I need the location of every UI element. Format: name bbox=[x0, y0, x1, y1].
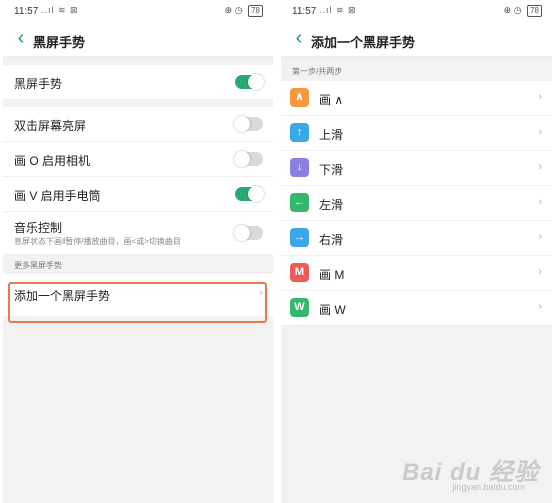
arrow-up-icon: ↑ bbox=[290, 123, 309, 142]
status-bar: 11:57 ..ıl ≋ ⊠ ⊕ ◷ 78 bbox=[281, 0, 552, 22]
gesture-settings-group: 双击屏幕亮屏 画 O 启用相机 画 V 启用手电筒 音乐控制 息屏状态下画‖暂停… bbox=[3, 107, 273, 254]
master-toggle-label: 黑屏手势 bbox=[14, 77, 63, 91]
status-time: 11:57 bbox=[292, 6, 317, 17]
gesture-option-row[interactable]: W 画 W › bbox=[281, 291, 552, 326]
chevron-right-icon: › bbox=[538, 126, 542, 138]
setting-label: 画 O 启用相机 bbox=[14, 154, 91, 168]
page-title: 添加一个黑屏手势 bbox=[311, 35, 416, 50]
gesture-option-row[interactable]: ← 左滑 › bbox=[281, 186, 552, 221]
setting-label: 音乐控制 bbox=[14, 221, 63, 235]
step-label: 第一步/共两步 bbox=[292, 67, 343, 76]
draw-o-camera-switch[interactable] bbox=[234, 151, 263, 167]
arrow-right-icon: → bbox=[290, 228, 309, 247]
section-header: 更多黑屏手势 bbox=[3, 254, 273, 274]
gesture-option-label: 右滑 bbox=[319, 233, 344, 247]
gesture-option-row[interactable]: ↓ 下滑 › bbox=[281, 151, 552, 186]
music-control-row[interactable]: 音乐控制 息屏状态下画‖暂停/播放曲目，画<或>切换曲目 bbox=[3, 212, 273, 254]
status-time: 11:57 bbox=[14, 6, 39, 17]
status-icons: ⊕ ◷ 78 bbox=[504, 5, 542, 17]
gesture-option-label: 上滑 bbox=[319, 128, 344, 142]
gesture-option-row[interactable]: ∧ 画 ∧ › bbox=[281, 81, 552, 116]
watermark-url: jingyan.baidu.com bbox=[452, 482, 525, 492]
master-toggle-row[interactable]: 黑屏手势 bbox=[3, 65, 273, 99]
master-toggle-switch[interactable] bbox=[235, 74, 264, 90]
draw-o-camera-row[interactable]: 画 O 启用相机 bbox=[3, 142, 273, 177]
gesture-list: ∧ 画 ∧ › ↑ 上滑 › ↓ 下滑 › ← 左滑 › → 右滑 › M 画 M › W 画 W › bbox=[281, 81, 552, 326]
more-gestures-group: 添加一个黑屏手势 › bbox=[3, 274, 273, 316]
gesture-option-label: 画 M bbox=[319, 268, 345, 282]
letter-m-icon: M bbox=[290, 263, 309, 282]
gesture-option-label: 左滑 bbox=[319, 198, 344, 212]
gesture-option-row[interactable]: → 右滑 › bbox=[281, 221, 552, 256]
gesture-option-row[interactable]: ↑ 上滑 › bbox=[281, 116, 552, 151]
arrow-left-icon: ← bbox=[290, 193, 309, 212]
signal-icon: ..ıl ≋ ⊠ bbox=[41, 5, 79, 15]
page-title: 黑屏手势 bbox=[33, 35, 86, 50]
back-icon[interactable]: ‹ bbox=[11, 27, 31, 49]
setting-description: 息屏状态下画‖暂停/播放曲目，画<或>切换曲目 bbox=[14, 237, 181, 246]
battery-icon: 78 bbox=[248, 5, 263, 17]
section-header-label: 更多黑屏手势 bbox=[14, 261, 62, 270]
back-icon[interactable]: ‹ bbox=[289, 27, 309, 49]
gesture-option-label: 画 W bbox=[319, 303, 346, 317]
alarm-icon: ⊕ ◷ bbox=[503, 5, 522, 15]
status-bar: 11:57 ..ıl ≋ ⊠ ⊕ ◷ 78 bbox=[3, 0, 273, 22]
left-screen: 11:57 ..ıl ≋ ⊠ ⊕ ◷ 78 ‹ 黑屏手势 黑屏手势 双击屏幕亮屏… bbox=[3, 0, 273, 503]
add-gesture-row[interactable]: 添加一个黑屏手势 › bbox=[3, 274, 273, 316]
setting-label: 双击屏幕亮屏 bbox=[14, 119, 87, 133]
gesture-option-row[interactable]: M 画 M › bbox=[281, 256, 552, 291]
gesture-option-label: 下滑 bbox=[319, 163, 344, 177]
draw-v-flashlight-switch[interactable] bbox=[235, 186, 264, 202]
double-tap-wake-switch[interactable] bbox=[234, 116, 263, 132]
music-control-switch[interactable] bbox=[234, 225, 263, 241]
draw-v-flashlight-row[interactable]: 画 V 启用手电筒 bbox=[3, 177, 273, 212]
right-screen: 11:57 ..ıl ≋ ⊠ ⊕ ◷ 78 ‹ 添加一个黑屏手势 第一步/共两步… bbox=[281, 0, 552, 503]
alarm-icon: ⊕ ◷ bbox=[224, 5, 243, 15]
chevron-right-icon: › bbox=[538, 231, 542, 243]
setting-label: 画 V 启用手电筒 bbox=[14, 189, 101, 203]
master-group: 黑屏手势 bbox=[3, 65, 273, 99]
gesture-option-label: 画 ∧ bbox=[319, 93, 344, 107]
step-header: 第一步/共两步 bbox=[281, 57, 552, 81]
chevron-right-icon: › bbox=[259, 287, 263, 299]
letter-w-icon: W bbox=[290, 298, 309, 317]
title-bar: ‹ 添加一个黑屏手势 bbox=[281, 22, 552, 57]
caret-up-icon: ∧ bbox=[290, 88, 309, 107]
chevron-right-icon: › bbox=[538, 196, 542, 208]
arrow-down-icon: ↓ bbox=[290, 158, 309, 177]
title-bar: ‹ 黑屏手势 bbox=[3, 22, 273, 57]
status-icons: ⊕ ◷ 78 bbox=[225, 5, 263, 17]
chevron-right-icon: › bbox=[538, 161, 542, 173]
add-gesture-label: 添加一个黑屏手势 bbox=[14, 289, 111, 303]
double-tap-wake-row[interactable]: 双击屏幕亮屏 bbox=[3, 107, 273, 142]
chevron-right-icon: › bbox=[538, 266, 542, 278]
signal-icon: ..ıl ≋ ⊠ bbox=[319, 5, 357, 15]
chevron-right-icon: › bbox=[538, 91, 542, 103]
chevron-right-icon: › bbox=[538, 301, 542, 313]
battery-icon: 78 bbox=[527, 5, 542, 17]
